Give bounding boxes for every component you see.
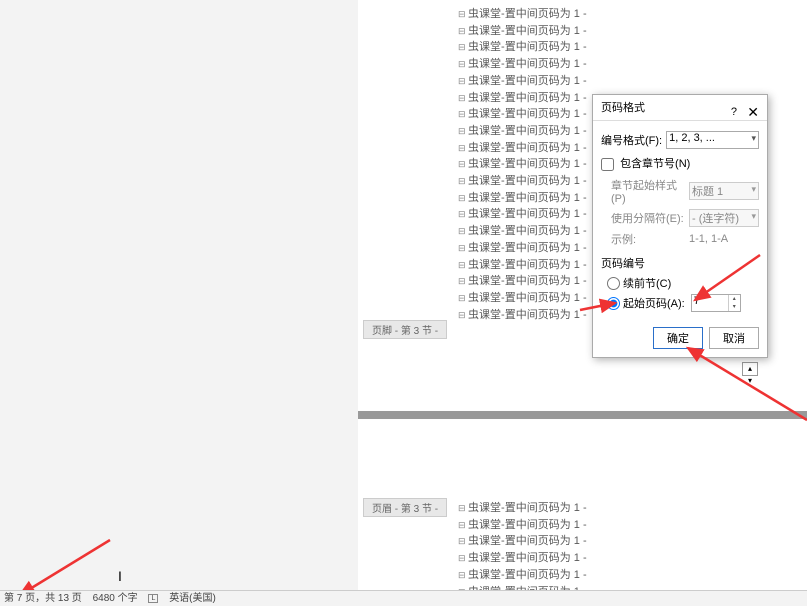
include-chapter-checkbox[interactable]	[601, 158, 614, 171]
nav-panel	[0, 0, 358, 590]
doc-line: 虫课堂-置中间页码为 1 -	[458, 123, 587, 140]
doc-line: 虫课堂-置中间页码为 1 -	[458, 567, 587, 584]
doc-line: 虫课堂-置中间页码为 1 -	[458, 273, 587, 290]
doc-line: 虫课堂-置中间页码为 1 -	[458, 517, 587, 534]
doc-line: 虫课堂-置中间页码为 1 -	[458, 39, 587, 56]
spinner-up-icon[interactable]: ▴	[729, 295, 740, 303]
example-label: 示例:	[611, 231, 689, 247]
doc-line: 虫课堂-置中间页码为 1 -	[458, 140, 587, 157]
doc-line: 虫课堂-置中间页码为 1 -	[458, 6, 587, 23]
doc-line: 虫课堂-置中间页码为 1 -	[458, 550, 587, 567]
doc-line: 虫课堂-置中间页码为 1 -	[458, 533, 587, 550]
doc-line: 虫课堂-置中间页码为 1 -	[458, 56, 587, 73]
doc-lines-2: 虫课堂-置中间页码为 1 - 虫课堂-置中间页码为 1 - 虫课堂-置中间页码为…	[458, 500, 587, 600]
doc-line: 虫课堂-置中间页码为 1 -	[458, 240, 587, 257]
doc-line: 虫课堂-置中间页码为 1 -	[458, 173, 587, 190]
document-page-2: 页眉 - 第 3 节 - 虫课堂-置中间页码为 1 - 虫课堂-置中间页码为 1…	[358, 419, 807, 590]
doc-lines-1: 虫课堂-置中间页码为 1 - 虫课堂-置中间页码为 1 - 虫课堂-置中间页码为…	[458, 6, 587, 323]
doc-line: 虫课堂-置中间页码为 1 -	[458, 73, 587, 90]
text-cursor-icon: I	[118, 568, 122, 584]
close-icon[interactable]: ✕	[747, 99, 759, 125]
doc-line: 虫课堂-置中间页码为 1 -	[458, 223, 587, 240]
doc-line: 虫课堂-置中间页码为 1 -	[458, 156, 587, 173]
chapter-start-select: 标题 1	[689, 182, 759, 200]
spinner-down-icon[interactable]: ▾	[729, 303, 740, 311]
chapter-start-label: 章节起始样式(P)	[611, 177, 689, 205]
number-format-label: 编号格式(F):	[601, 132, 662, 148]
cancel-button[interactable]: 取消	[709, 327, 759, 349]
number-format-select[interactable]: 1, 2, 3, ...	[666, 131, 759, 149]
separator-label: 使用分隔符(E):	[611, 210, 689, 226]
status-words[interactable]: 6480 个字	[93, 593, 138, 604]
doc-line: 虫课堂-置中间页码为 1 -	[458, 500, 587, 517]
help-icon[interactable]: ?	[731, 99, 737, 125]
status-bar: 第 7 页，共 13 页 6480 个字 L 英语(美国)	[0, 590, 807, 606]
start-at-radio[interactable]	[607, 297, 620, 310]
ok-button[interactable]: 确定	[653, 327, 703, 349]
doc-line: 虫课堂-置中间页码为 1 -	[458, 257, 587, 274]
status-page[interactable]: 第 7 页，共 13 页	[4, 593, 82, 604]
page-number-format-dialog: 页码格式 ? ✕ 编号格式(F): 1, 2, 3, ... 包含章节号(N) …	[592, 94, 768, 358]
start-at-input[interactable]: 7 ▴ ▾	[691, 294, 741, 312]
doc-line: 虫课堂-置中间页码为 1 -	[458, 307, 587, 324]
doc-line: 虫课堂-置中间页码为 1 -	[458, 206, 587, 223]
separator-select: - (连字符)	[689, 209, 759, 227]
continue-prev-label: 续前节(C)	[623, 275, 671, 291]
doc-line: 虫课堂-置中间页码为 1 -	[458, 106, 587, 123]
page-break	[358, 411, 807, 419]
doc-line: 虫课堂-置中间页码为 1 -	[458, 23, 587, 40]
dialog-titlebar[interactable]: 页码格式 ? ✕	[593, 95, 767, 121]
footer-section-label: 页脚 - 第 3 节 -	[363, 320, 447, 339]
header-section-label: 页眉 - 第 3 节 -	[363, 498, 447, 517]
collapse-whitespace-icon[interactable]: ▴▾	[742, 362, 758, 376]
start-at-label: 起始页码(A):	[623, 295, 685, 311]
dialog-title-text: 页码格式	[601, 102, 645, 114]
status-language[interactable]: 英语(美国)	[169, 593, 216, 604]
language-icon[interactable]: L	[148, 594, 158, 603]
continue-prev-radio[interactable]	[607, 277, 620, 290]
example-value: 1-1, 1-A	[689, 233, 759, 245]
start-at-value: 7	[694, 295, 700, 307]
include-chapter-label: 包含章节号(N)	[620, 158, 690, 170]
doc-line: 虫课堂-置中间页码为 1 -	[458, 190, 587, 207]
doc-line: 虫课堂-置中间页码为 1 -	[458, 90, 587, 107]
page-numbering-header: 页码编号	[601, 255, 759, 271]
doc-line: 虫课堂-置中间页码为 1 -	[458, 290, 587, 307]
